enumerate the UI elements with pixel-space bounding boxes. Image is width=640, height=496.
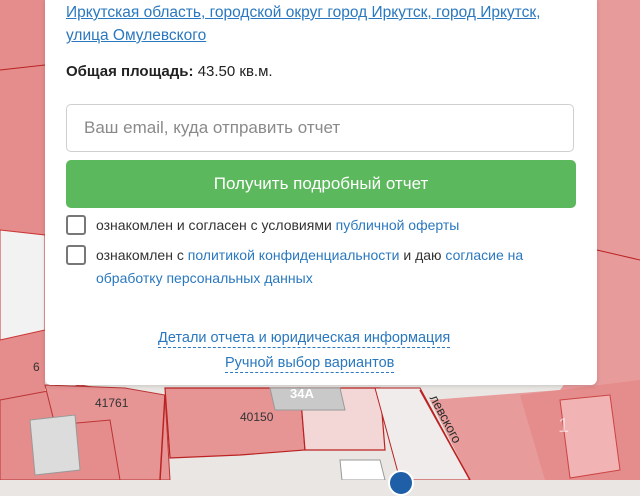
lot-number-label: 40150	[240, 410, 274, 424]
manual-selection-link[interactable]: Ручной выбор вариантов	[225, 355, 395, 373]
total-area: Общая площадь: 43.50 кв.м.	[66, 63, 273, 80]
report-order-panel: Иркутская область, городской округ город…	[45, 0, 597, 385]
consent-privacy-row: ознакомлен с политикой конфиденциальност…	[66, 244, 576, 292]
map-location-marker[interactable]	[388, 470, 414, 496]
address-link[interactable]: Иркутская область, городской округ город…	[66, 1, 566, 47]
house-number-label: 34А	[290, 386, 314, 401]
privacy-policy-link[interactable]: политикой конфиденциальности	[188, 247, 400, 263]
consent-offer-text: ознакомлен и согласен с условиями публич…	[96, 214, 576, 237]
email-input[interactable]	[66, 104, 574, 152]
consent-privacy-checkbox[interactable]	[66, 245, 86, 265]
consent-offer-checkbox[interactable]	[66, 215, 86, 235]
area-value: 43.50 кв.м.	[197, 63, 273, 80]
area-label: Общая площадь:	[66, 63, 194, 80]
report-details-link[interactable]: Детали отчета и юридическая информация	[158, 330, 451, 348]
get-report-button[interactable]: Получить подробный отчет	[66, 160, 576, 208]
consent-offer-row: ознакомлен и согласен с условиями публич…	[66, 214, 576, 238]
public-offer-link[interactable]: публичной оферты	[336, 217, 460, 233]
watermark: 1	[558, 415, 570, 437]
lot-number-label: 6	[33, 360, 40, 374]
consent-privacy-label: ознакомлен с	[96, 247, 188, 263]
consent-privacy-label-2: и даю	[399, 247, 446, 263]
lot-number-label: 41761	[95, 396, 129, 410]
consent-privacy-text: ознакомлен с политикой конфиденциальност…	[96, 244, 576, 290]
consent-offer-label: ознакомлен и согласен с условиями	[96, 217, 336, 233]
